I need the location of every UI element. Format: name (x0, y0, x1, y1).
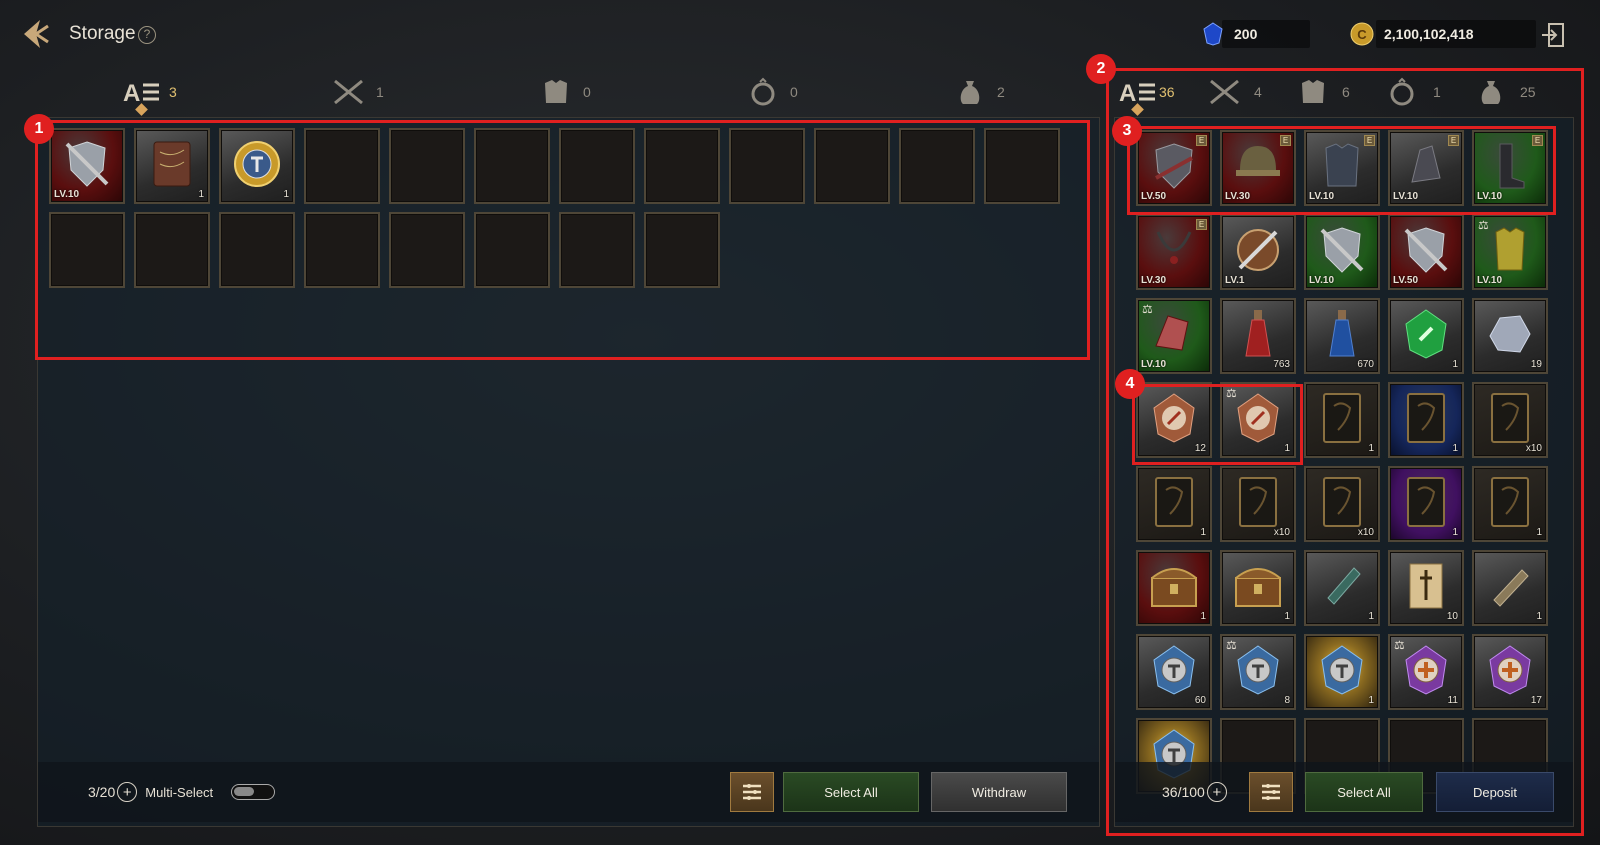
callout-box-3 (1127, 126, 1556, 215)
left-tab-all-count: 3 (169, 84, 177, 100)
multi-select-toggle[interactable] (231, 784, 275, 800)
pouch-icon (951, 76, 989, 108)
crossed-swords-icon (330, 76, 368, 108)
back-arrow-icon[interactable] (18, 16, 58, 52)
help-icon[interactable]: ? (138, 26, 156, 44)
left-tab-armor[interactable]: 0 (537, 76, 591, 108)
armor-icon (537, 76, 575, 108)
callout-badge-2: 2 (1086, 54, 1116, 84)
select-all-button[interactable]: Select All (783, 772, 919, 812)
ring-icon (744, 76, 782, 108)
callout-badge-1: 1 (24, 114, 54, 144)
left-tab-armor-count: 0 (583, 84, 591, 100)
gem-amount: 200 (1234, 26, 1258, 42)
left-tab-materials-count: 2 (997, 84, 1005, 100)
left-tab-accessories[interactable]: 0 (744, 76, 798, 108)
blue-gem-icon (1203, 22, 1223, 46)
expand-plus-icon[interactable]: + (117, 782, 138, 802)
callout-box-4 (1132, 384, 1303, 465)
left-tab-materials[interactable]: 2 (951, 76, 1005, 108)
left-tab-accessories-count: 0 (790, 84, 798, 100)
multi-select-label: Multi-Select (145, 784, 214, 800)
exit-icon[interactable] (1539, 21, 1567, 49)
storage-footer: 3/20 + Multi-Select Select All Withdraw (38, 762, 1099, 822)
callout-badge-4: 4 (1115, 369, 1145, 399)
withdraw-button[interactable]: Withdraw (931, 772, 1067, 812)
svg-text:A: A (123, 80, 140, 107)
left-tab-weapons[interactable]: 1 (330, 76, 384, 108)
sort-icon (743, 784, 761, 800)
gem-currency: 200 (1203, 20, 1310, 48)
gold-currency: C 2,100,102,418 (1350, 20, 1536, 48)
callout-box-1 (35, 120, 1090, 360)
page-title: Storage (69, 23, 136, 44)
top-bar: Storage ? 200 C 2,100,102,418 (0, 0, 1600, 70)
sort-button[interactable] (730, 772, 774, 812)
left-tab-all[interactable]: A 3 (123, 76, 177, 116)
storage-capacity: 3/20 (88, 784, 116, 800)
svg-text:C: C (1357, 27, 1367, 42)
gold-amount: 2,100,102,418 (1384, 26, 1474, 42)
left-tab-weapons-count: 1 (376, 84, 384, 100)
gold-coin-icon: C (1350, 22, 1374, 46)
callout-badge-3: 3 (1112, 116, 1142, 146)
